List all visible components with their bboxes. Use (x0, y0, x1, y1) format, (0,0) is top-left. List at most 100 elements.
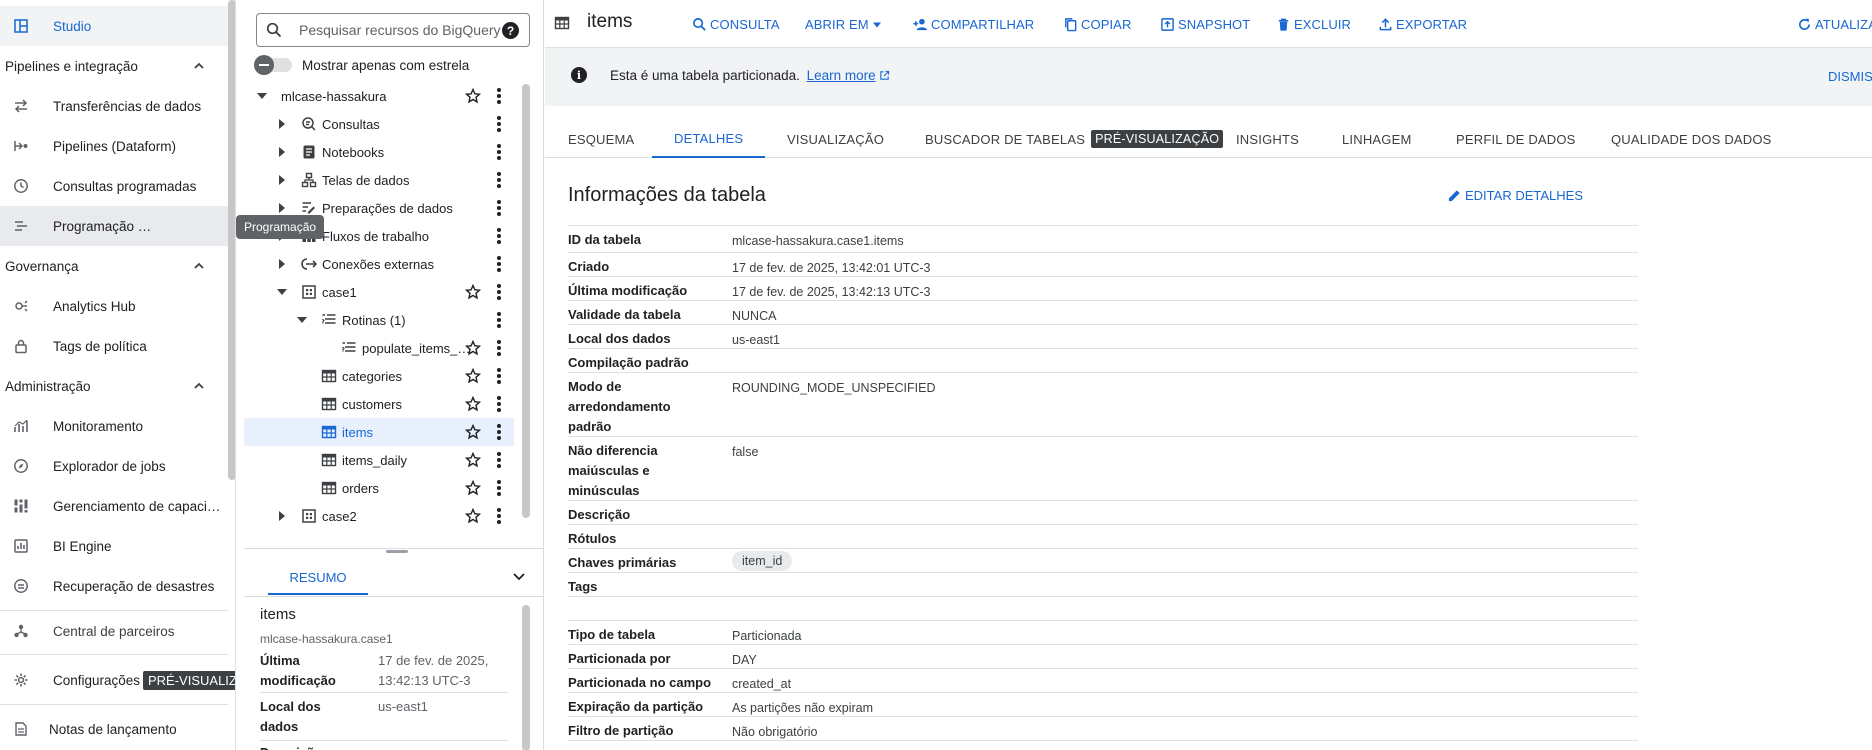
nav-item-transfers[interactable]: Transferências de dados (0, 86, 228, 126)
nav-section-pipelines[interactable]: Pipelines e integração (0, 48, 228, 84)
explorer-panel: Pesquisar recursos do BigQuery ? Mostrar… (244, 0, 544, 750)
button-label: EDITAR DETALHES (1465, 188, 1583, 203)
tree-node-items-daily[interactable]: items_daily (244, 446, 514, 474)
query-button[interactable]: CONSULTA (692, 14, 780, 34)
more-vert-icon[interactable] (497, 228, 501, 244)
caret-right-icon[interactable] (276, 146, 288, 158)
star-icon[interactable] (465, 284, 481, 300)
caret-right-icon[interactable] (276, 258, 288, 270)
tab-preview[interactable]: VISUALIZAÇÃO (787, 120, 884, 158)
nav-item-label: Explorador de jobs (53, 458, 166, 474)
more-vert-icon[interactable] (497, 312, 501, 328)
tab-data-quality[interactable]: QUALIDADE DOS DADOS (1611, 120, 1772, 158)
nav-item-pipelines-dataform[interactable]: Pipelines (Dataform) (0, 126, 228, 166)
starred-only-toggle[interactable]: Mostrar apenas com estrela (254, 54, 469, 76)
copy-button[interactable]: COPIAR (1063, 14, 1131, 34)
tree-node-case1[interactable]: case1 (244, 278, 514, 306)
nav-section-governance[interactable]: Governança (0, 248, 228, 284)
caret-down-icon[interactable] (296, 314, 308, 326)
tree-node-items[interactable]: items (244, 418, 514, 446)
tab-insights[interactable]: INSIGHTS (1236, 120, 1299, 158)
star-icon[interactable] (465, 396, 481, 412)
tab-schema[interactable]: ESQUEMA (568, 120, 634, 158)
tree-node-case2[interactable]: case2 (244, 502, 514, 530)
caret-right-icon[interactable] (276, 118, 288, 130)
nav-item-monitoring[interactable]: Monitoramento (0, 406, 228, 446)
nav-item-capacity[interactable]: Gerenciamento de capaci… (0, 486, 228, 526)
more-vert-icon[interactable] (497, 88, 501, 104)
caret-right-icon[interactable] (276, 510, 288, 522)
more-vert-icon[interactable] (497, 172, 501, 188)
tab-data-profile[interactable]: PERFIL DE DADOS (1456, 120, 1576, 158)
caret-down-icon[interactable] (256, 90, 268, 102)
tree-node-customers[interactable]: customers (244, 390, 514, 418)
more-vert-icon[interactable] (497, 200, 501, 216)
learn-more-link[interactable]: Learn more (807, 68, 890, 83)
tree-node-routine-item[interactable]: populate_items_… (244, 334, 514, 362)
detail-row: Particionada no campo created_at (568, 669, 1638, 693)
nav-item-scheduling[interactable]: Programação … (0, 206, 228, 246)
refresh-button[interactable]: ATUALIZAR (1797, 14, 1872, 34)
more-vert-icon[interactable] (497, 396, 501, 412)
star-icon[interactable] (465, 480, 481, 496)
caret-down-icon[interactable] (276, 286, 288, 298)
more-vert-icon[interactable] (497, 340, 501, 356)
tab-details[interactable]: DETALHES (652, 120, 766, 158)
more-vert-icon[interactable] (497, 256, 501, 272)
search-input[interactable]: Pesquisar recursos do BigQuery (299, 22, 501, 38)
star-icon[interactable] (465, 368, 481, 384)
export-button[interactable]: EXPORTAR (1378, 14, 1467, 34)
tree-node-categories[interactable]: categories (244, 362, 514, 390)
more-vert-icon[interactable] (497, 452, 501, 468)
tree-node-connections[interactable]: Conexões externas (244, 250, 514, 278)
more-vert-icon[interactable] (497, 480, 501, 496)
tree-node-canvases[interactable]: Telas de dados (244, 166, 514, 194)
help-icon[interactable]: ? (502, 22, 519, 39)
nav-item-bi-engine[interactable]: BI Engine (0, 526, 228, 566)
tab-summary[interactable]: RESUMO (268, 561, 368, 595)
chevron-down-icon[interactable] (512, 569, 526, 583)
nav-item-scheduled-queries[interactable]: Consultas programadas (0, 166, 228, 206)
edit-details-button[interactable]: EDITAR DETALHES (1447, 188, 1583, 203)
tree-node-project[interactable]: mlcase-hassakura (244, 82, 514, 110)
more-vert-icon[interactable] (497, 368, 501, 384)
star-icon[interactable] (465, 452, 481, 468)
tab-lineage[interactable]: LINHAGEM (1342, 120, 1412, 158)
more-vert-icon[interactable] (497, 144, 501, 160)
delete-button[interactable]: EXCLUIR (1276, 14, 1351, 34)
nav-item-analytics-hub[interactable]: Analytics Hub (0, 286, 228, 326)
star-icon[interactable] (465, 424, 481, 440)
dismiss-button[interactable]: DISMISS (1828, 69, 1872, 84)
nav-item-policy-tags[interactable]: Tags de política (0, 326, 228, 366)
open-in-button[interactable]: ABRIR EM (805, 14, 885, 34)
share-button[interactable]: COMPARTILHAR (913, 14, 1034, 34)
nav-item-partner-center[interactable]: Central de parceiros (0, 611, 228, 651)
caret-right-icon[interactable] (276, 202, 288, 214)
nav-item-studio[interactable]: Studio (0, 6, 228, 46)
caret-right-icon[interactable] (276, 174, 288, 186)
search-box[interactable]: Pesquisar recursos do BigQuery ? (256, 13, 530, 47)
summary-scrollbar[interactable] (522, 605, 530, 750)
star-icon[interactable] (465, 340, 481, 356)
tab-table-explorer[interactable]: BUSCADOR DE TABELAS PRÉ-VISUALIZAÇÃO (925, 120, 1224, 158)
nav-item-settings[interactable]: Configurações PRÉ-VISUALIZAÇÃO (0, 660, 235, 700)
more-vert-icon[interactable] (497, 424, 501, 440)
summary-value: us-east1 (378, 699, 428, 714)
nav-item-disaster-recovery[interactable]: Recuperação de desastres (0, 566, 228, 606)
tree-node-orders[interactable]: orders (244, 474, 514, 502)
tree-node-consultas[interactable]: Consultas (244, 110, 514, 138)
snapshot-button[interactable]: SNAPSHOT (1160, 14, 1250, 34)
toggle-switch[interactable] (254, 55, 292, 75)
nav-item-job-explorer[interactable]: Explorador de jobs (0, 446, 228, 486)
star-icon[interactable] (465, 88, 481, 104)
more-vert-icon[interactable] (497, 116, 501, 132)
nav-section-admin[interactable]: Administração (0, 368, 228, 404)
nav-item-release-notes[interactable]: Notas de lançamento (0, 709, 228, 749)
more-vert-icon[interactable] (497, 508, 501, 524)
more-vert-icon[interactable] (497, 284, 501, 300)
tree-node-routines[interactable]: Rotinas (1) (244, 306, 514, 334)
tree-scrollbar[interactable] (522, 84, 530, 518)
star-icon[interactable] (465, 508, 481, 524)
nav-scrollbar[interactable] (228, 0, 235, 480)
tree-node-notebooks[interactable]: Notebooks (244, 138, 514, 166)
